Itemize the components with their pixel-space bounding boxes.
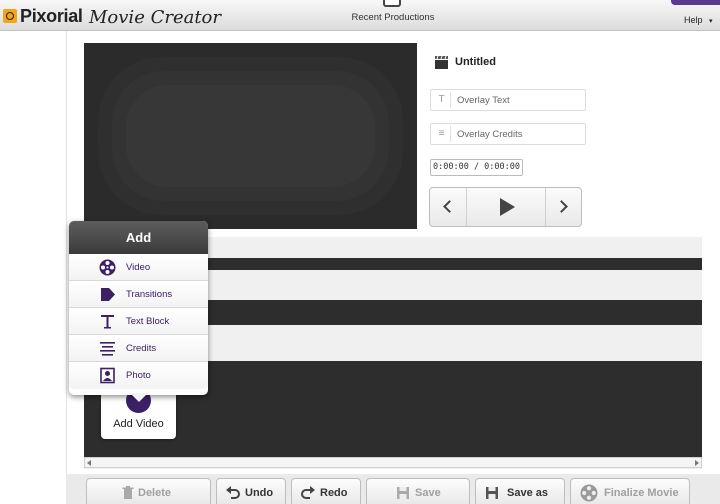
save-as-button[interactable]: Save as: [475, 478, 565, 504]
delete-button[interactable]: Delete: [86, 478, 211, 504]
movie-title[interactable]: Untitled: [455, 56, 496, 68]
timecode-display: 0:00:00 / 0:00:00: [430, 159, 523, 176]
add-menu-title: Add: [69, 221, 208, 254]
undo-label: Undo: [245, 487, 274, 499]
overlay-credits-input[interactable]: [457, 127, 581, 142]
menu-item-credits[interactable]: Credits: [69, 335, 208, 362]
menu-item-label: Transitions: [126, 289, 173, 300]
add-menu-popup: Add Video Transitions Text Block Credits…: [69, 221, 208, 402]
film-box-icon: [383, 0, 401, 7]
save-as-label: Save as: [507, 487, 548, 499]
redo-button[interactable]: Redo: [291, 478, 361, 504]
text-t-icon: [101, 315, 114, 329]
play-button[interactable]: [467, 188, 546, 226]
redo-label: Redo: [320, 487, 348, 499]
text-t-icon: T: [433, 92, 451, 108]
chevron-down-icon[interactable]: ▾: [709, 17, 713, 25]
recent-productions-label: Recent Productions: [351, 12, 435, 23]
portrait-icon: [100, 367, 115, 384]
lines-icon: ≡: [433, 126, 451, 142]
brand-name: Pixorial: [20, 6, 83, 26]
finalize-movie-button[interactable]: Finalize Movie: [570, 478, 690, 504]
trash-icon: [122, 486, 134, 499]
video-preview[interactable]: [84, 43, 417, 229]
scroll-left-icon[interactable]: [87, 460, 91, 466]
redo-icon: [301, 486, 315, 499]
undo-button[interactable]: Undo: [216, 478, 286, 504]
menu-item-text-block[interactable]: Text Block: [69, 308, 208, 335]
popup-pointer: [130, 393, 148, 402]
product-name: Movie Creator: [89, 7, 222, 28]
help-menu[interactable]: Help: [684, 15, 703, 25]
clapperboard-icon: [435, 55, 448, 69]
save-button[interactable]: Save: [366, 478, 470, 504]
previous-button[interactable]: [430, 188, 467, 226]
undo-icon: [226, 486, 240, 499]
finalize-movie-label: Finalize Movie: [604, 487, 679, 499]
delete-label: Delete: [138, 487, 172, 499]
menu-item-label: Video: [126, 262, 151, 273]
film-reel-icon: [580, 484, 598, 502]
lines-icon: [100, 342, 115, 356]
pixorial-logo-icon: [3, 9, 17, 23]
film-reel-icon: [99, 259, 116, 276]
transport-controls: [429, 187, 582, 227]
menu-item-transitions[interactable]: Transitions: [69, 281, 208, 308]
floppy-disk-icon: [397, 487, 409, 499]
add-video-label: Add Video: [113, 418, 164, 430]
timeline-scrollbar[interactable]: [84, 457, 702, 468]
next-button[interactable]: [546, 188, 582, 226]
chevron-left-icon: [443, 200, 456, 213]
menu-item-label: Photo: [126, 370, 151, 381]
play-icon: [500, 198, 515, 216]
scroll-right-icon[interactable]: [695, 460, 699, 466]
chevron-right-icon: [555, 200, 568, 213]
menu-item-photo[interactable]: Photo: [69, 362, 208, 389]
top-bar: Pixorial Movie Creator Recent Production…: [0, 0, 720, 31]
overlay-text-field[interactable]: T: [430, 89, 586, 111]
overlay-text-input[interactable]: [457, 93, 581, 108]
menu-item-label: Credits: [126, 343, 157, 354]
overlay-credits-field[interactable]: ≡: [430, 123, 586, 145]
help-accent-bar: [671, 0, 720, 5]
menu-item-label: Text Block: [126, 316, 170, 327]
save-label: Save: [415, 487, 441, 499]
recent-productions-button[interactable]: Recent Productions: [336, 0, 450, 30]
menu-item-video[interactable]: Video: [69, 254, 208, 281]
arrow-right-icon: [101, 288, 115, 301]
floppy-disk-icon: [486, 487, 498, 499]
